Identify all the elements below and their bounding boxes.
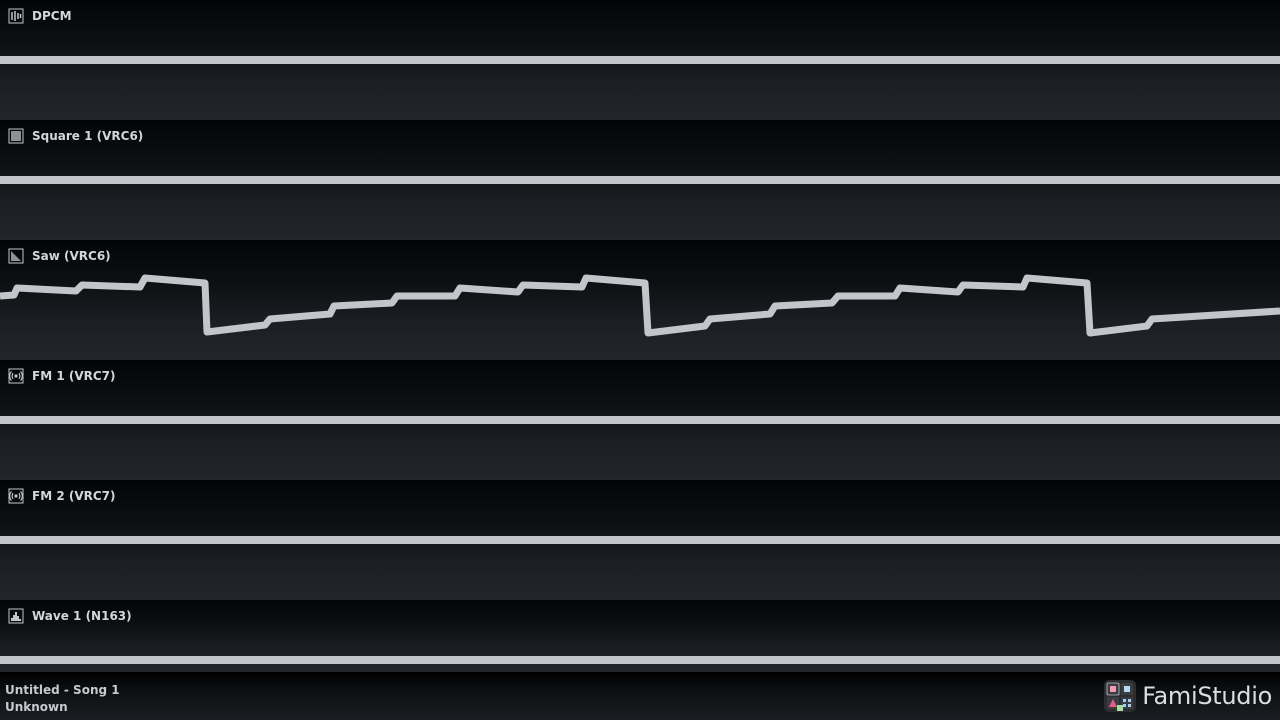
dpcm-icon: [8, 8, 24, 24]
channel-header: Square 1 (VRC6): [8, 128, 143, 144]
square-icon: [8, 128, 24, 144]
saw-icon: [8, 248, 24, 264]
channel-header: FM 1 (VRC7): [8, 368, 116, 384]
song-info: Untitled - Song 1 Unknown: [5, 682, 120, 716]
waveform-dpcm: [0, 56, 1280, 64]
waveform-fm-2: [0, 536, 1280, 544]
song-title: Untitled - Song 1: [5, 683, 120, 697]
waveform-square-1: [0, 176, 1280, 184]
channel-row-fm-1: FM 1 (VRC7): [0, 360, 1280, 480]
oscilloscope-view: DPCM Square 1 (VRC6) Saw (VRC6) FM 1 (VR…: [0, 0, 1280, 720]
brand: FamiStudio: [1104, 680, 1272, 712]
channel-row-square-1: Square 1 (VRC6): [0, 120, 1280, 240]
wave-icon: [8, 608, 24, 624]
channel-row-fm-2: FM 2 (VRC7): [0, 480, 1280, 600]
channel-name-saw: Saw (VRC6): [32, 249, 111, 263]
brand-name: FamiStudio: [1142, 682, 1272, 710]
waveform-fm-1: [0, 416, 1280, 424]
channel-name-fm-1: FM 1 (VRC7): [32, 369, 116, 383]
fm-icon: [8, 368, 24, 384]
channel-row-dpcm: DPCM: [0, 0, 1280, 120]
channel-header: Wave 1 (N163): [8, 608, 132, 624]
channel-row-saw: Saw (VRC6): [0, 240, 1280, 360]
channel-header: DPCM: [8, 8, 72, 24]
channel-name-square-1: Square 1 (VRC6): [32, 129, 144, 143]
fm-icon: [8, 488, 24, 504]
waveform-wave-1: [0, 656, 1280, 664]
channel-name-wave-1: Wave 1 (N163): [32, 609, 132, 623]
waveform-saw: [0, 274, 1280, 337]
song-author: Unknown: [5, 700, 68, 714]
channel-header: Saw (VRC6): [8, 248, 111, 264]
famistudio-logo-icon: [1104, 680, 1137, 712]
footer: Untitled - Song 1 Unknown FamiStudio: [0, 672, 1280, 720]
channel-row-wave-1: Wave 1 (N163): [0, 600, 1280, 672]
channel-name-dpcm: DPCM: [32, 9, 72, 23]
channel-name-fm-2: FM 2 (VRC7): [32, 489, 116, 503]
channel-header: FM 2 (VRC7): [8, 488, 116, 504]
